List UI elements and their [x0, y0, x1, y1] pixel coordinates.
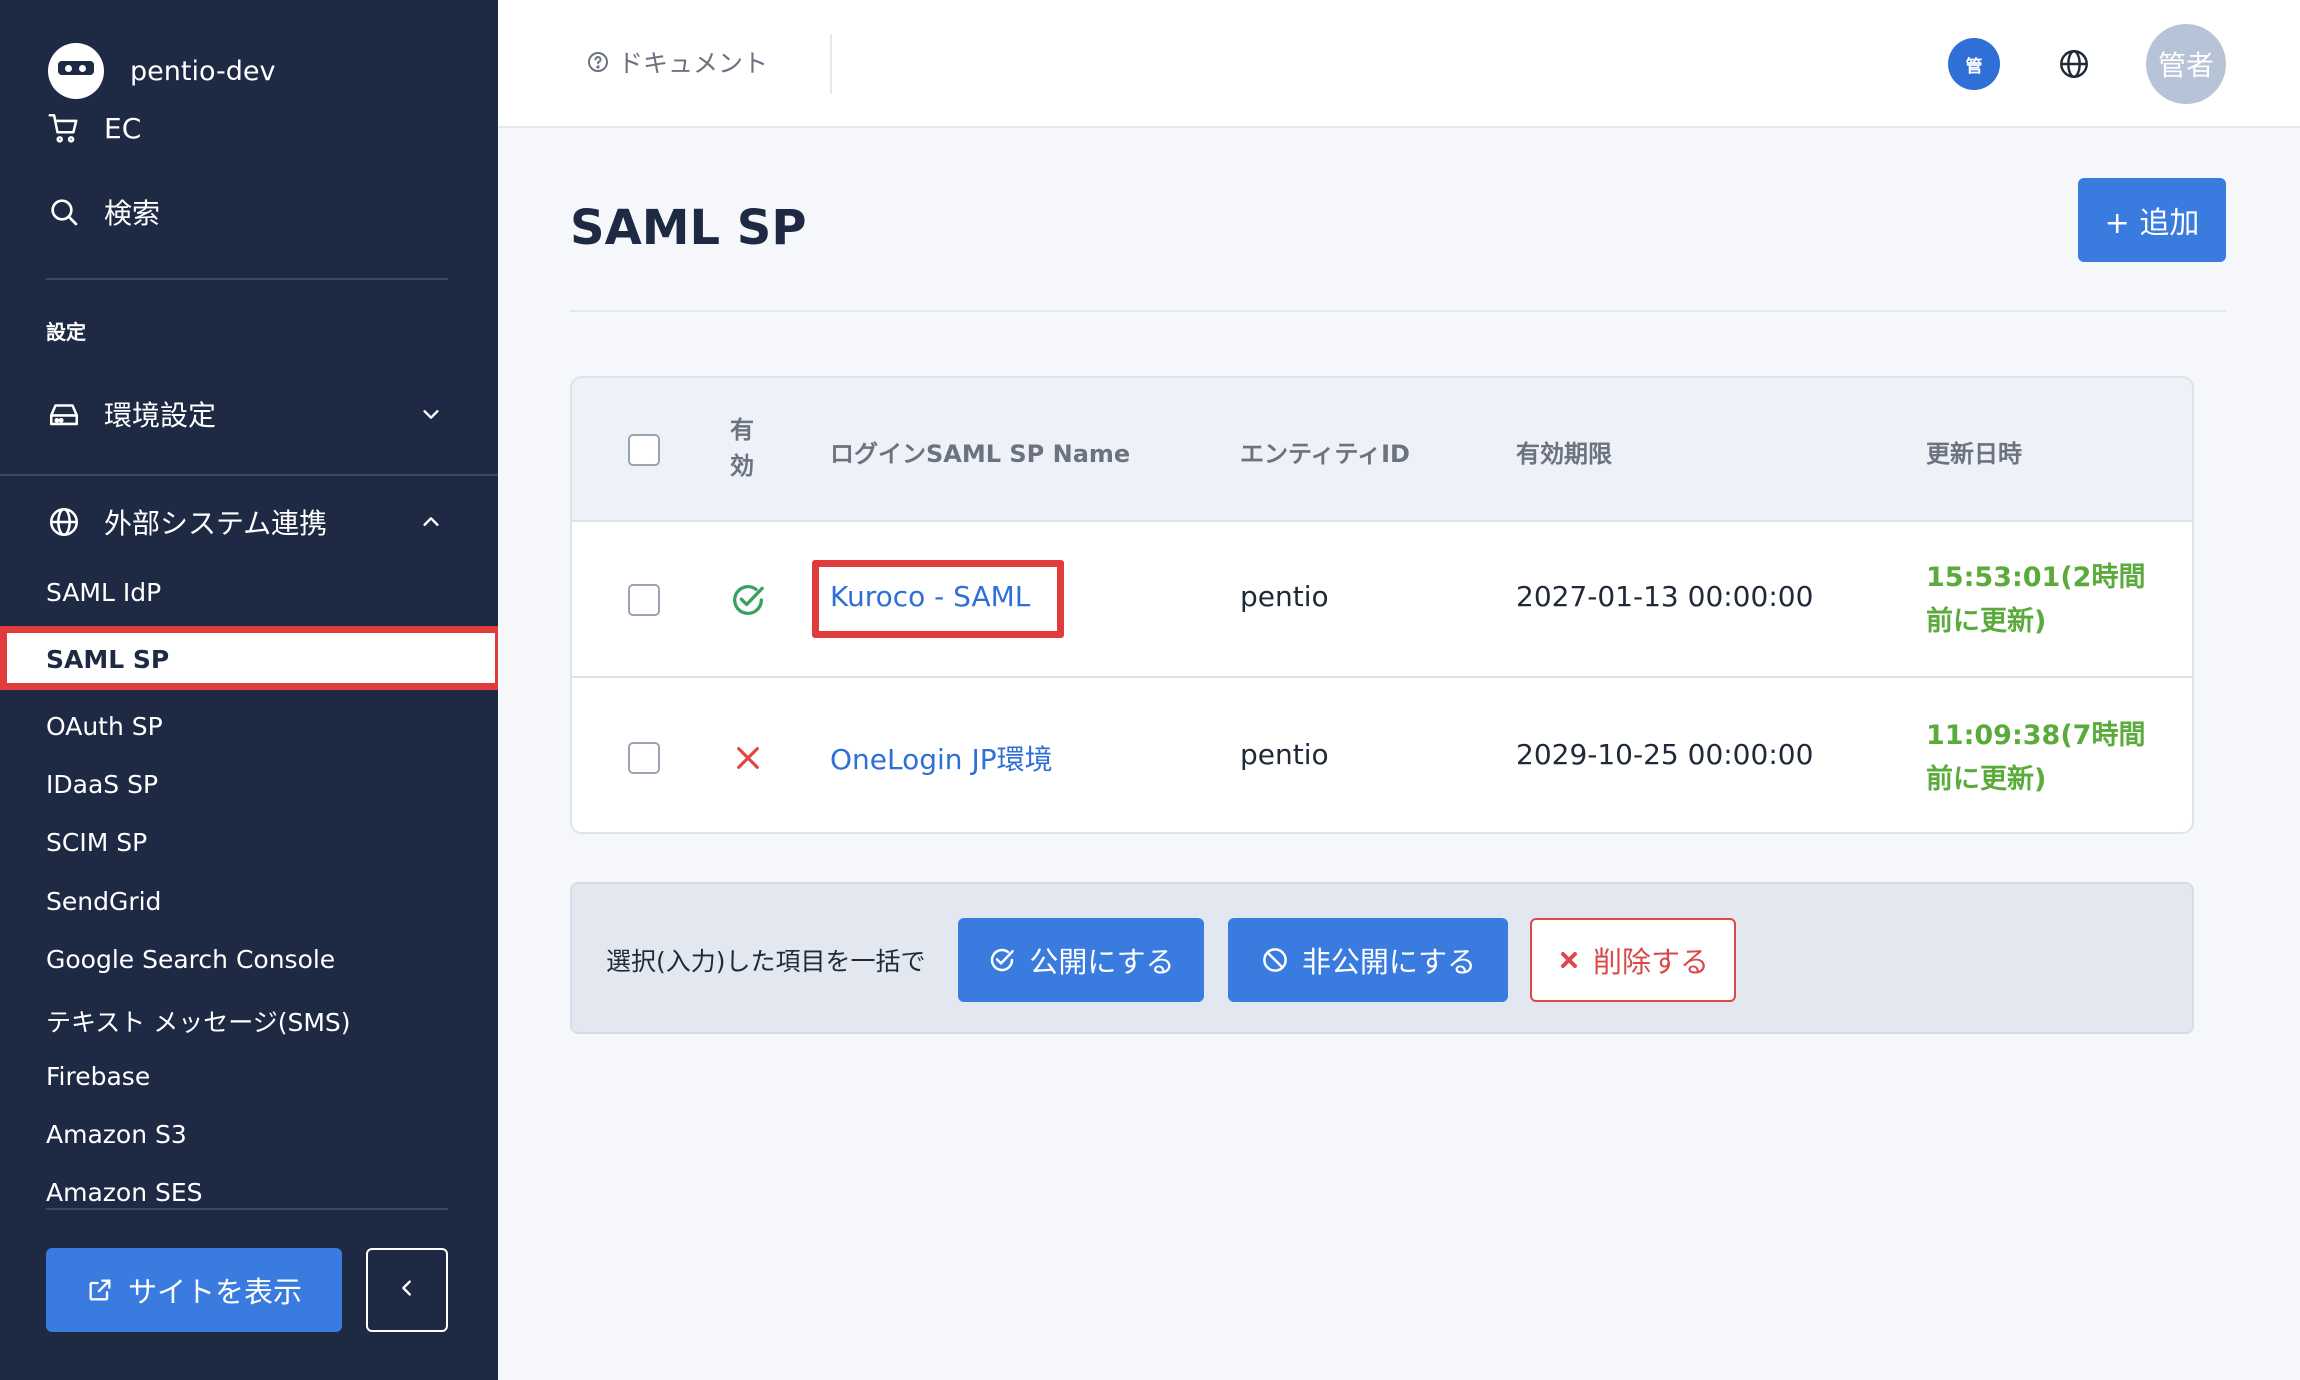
row-checkbox[interactable] — [628, 584, 660, 616]
updated-cell: 15:53:01(2時間 前に更新) — [1926, 556, 2145, 644]
bulk-action-bar: 選択(入力)した項目を一括で 公開にする 非公開にする 削除する — [570, 882, 2194, 1034]
updated-line: 前に更新) — [1926, 764, 2047, 795]
nav-item-label: EC — [104, 111, 142, 145]
saml-sp-table: 有 効 ログインSAML SP Name エンティティID 有効期限 更新日時 … — [570, 376, 2194, 834]
group-separator — [0, 474, 498, 476]
sidebar-item-amazon-ses[interactable]: Amazon SES — [46, 1178, 203, 1207]
admin-badge[interactable]: 管 — [1948, 38, 2000, 90]
row-checkbox[interactable] — [628, 742, 660, 774]
sidebar-item-saml-idp[interactable]: SAML IdP — [46, 578, 161, 607]
sidebar-item-label: SAML SP — [46, 645, 170, 674]
globe-icon — [46, 504, 82, 540]
delete-label: 削除する — [1592, 945, 1709, 979]
disabled-cross-icon — [732, 742, 764, 778]
column-header-expires[interactable]: 有効期限 — [1516, 434, 1612, 469]
updated-line: 11:09:38(7時間 — [1926, 720, 2146, 751]
nav-item-label: 外部システム連携 — [104, 507, 328, 540]
ban-icon — [1260, 945, 1290, 975]
sidebar-item-oauth-sp[interactable]: OAuth SP — [46, 712, 163, 741]
column-header-enabled-line: 有 — [730, 416, 754, 444]
title-divider — [570, 310, 2226, 312]
avatar[interactable]: 管者 — [2146, 24, 2226, 104]
section-label: 設定 — [46, 320, 86, 344]
documentation-link[interactable]: ドキュメント — [586, 44, 768, 80]
column-header-name[interactable]: ログインSAML SP Name — [830, 434, 1130, 469]
updated-line: 前に更新) — [1926, 606, 2047, 637]
delete-button[interactable]: 削除する — [1530, 918, 1736, 1002]
search-icon — [46, 194, 82, 230]
x-mark-icon — [1557, 948, 1581, 972]
updated-line: 15:53:01(2時間 — [1926, 562, 2146, 593]
sp-name-link[interactable]: OneLogin JP環境 — [830, 738, 1053, 778]
language-globe-icon[interactable] — [2052, 42, 2096, 86]
chevron-up-icon — [416, 507, 446, 537]
column-header-updated[interactable]: 更新日時 — [1926, 434, 2022, 469]
storage-icon — [46, 396, 82, 432]
nav-item-external-systems[interactable]: 外部システム連携 — [46, 502, 439, 542]
chevron-down-icon — [416, 399, 446, 429]
top-header: ドキュメント 管 管者 — [498, 0, 2300, 128]
enabled-check-icon — [728, 580, 768, 624]
sidebar: pentio-dev EC 検索 設定 環境設定 外部システム連携 SAML I… — [0, 0, 498, 1380]
updated-cell: 11:09:38(7時間 前に更新) — [1926, 714, 2145, 802]
sidebar-item-sendgrid[interactable]: SendGrid — [46, 887, 161, 916]
sidebar-item-firebase[interactable]: Firebase — [46, 1062, 150, 1091]
nav-item-ec[interactable]: EC — [46, 110, 141, 146]
help-circle-icon — [586, 50, 610, 74]
sidebar-item-amazon-s3[interactable]: Amazon S3 — [46, 1120, 187, 1149]
table-row: OneLogin JP環境 pentio 2029-10-25 00:00:00… — [572, 680, 2192, 832]
ninja-logo-icon — [48, 43, 104, 99]
nav-item-label: 検索 — [104, 197, 161, 230]
nav-item-label: 環境設定 — [104, 399, 217, 432]
brand-name: pentio-dev — [130, 55, 276, 87]
external-link-icon — [86, 1276, 114, 1304]
sidebar-item-sms[interactable]: テキスト メッセージ(SMS) — [46, 1003, 351, 1039]
sp-name-link[interactable]: Kuroco - SAML — [830, 580, 1030, 613]
check-circle-icon — [987, 945, 1017, 975]
select-all-checkbox[interactable] — [628, 434, 660, 466]
nav-item-env-settings[interactable]: 環境設定 — [46, 394, 439, 434]
sidebar-item-scim-sp[interactable]: SCIM SP — [46, 828, 147, 857]
table-header: 有 効 ログインSAML SP Name エンティティID 有効期限 更新日時 — [572, 378, 2192, 522]
column-header-entity-id[interactable]: エンティティID — [1240, 434, 1410, 469]
add-button[interactable]: + 追加 — [2078, 178, 2226, 262]
column-header-enabled: 有 効 — [730, 412, 754, 484]
documentation-label: ドキュメント — [618, 49, 769, 78]
expires-cell: 2029-10-25 00:00:00 — [1516, 738, 1814, 771]
expires-cell: 2027-01-13 00:00:00 — [1516, 580, 1814, 613]
column-header-enabled-line: 効 — [730, 452, 754, 480]
unpublish-label: 非公開にする — [1301, 945, 1477, 979]
chevron-left-icon — [396, 1277, 418, 1303]
entity-id-cell: pentio — [1240, 738, 1329, 771]
nav-item-search[interactable]: 検索 — [46, 192, 160, 232]
publish-label: 公開にする — [1029, 945, 1175, 979]
header-divider — [830, 34, 832, 94]
sidebar-item-idaas-sp[interactable]: IDaaS SP — [46, 770, 158, 799]
sidebar-item-saml-sp[interactable]: SAML SP — [0, 626, 498, 690]
sidebar-item-google-search-console[interactable]: Google Search Console — [46, 945, 335, 974]
publish-button[interactable]: 公開にする — [958, 918, 1204, 1002]
view-site-button[interactable]: サイトを表示 — [46, 1248, 342, 1332]
table-row: Kuroco - SAML pentio 2027-01-13 00:00:00… — [572, 522, 2192, 678]
view-site-label: サイトを表示 — [127, 1275, 302, 1309]
brand[interactable]: pentio-dev — [48, 36, 275, 106]
page-title: SAML SP — [570, 200, 807, 256]
entity-id-cell: pentio — [1240, 580, 1329, 613]
bulk-action-label: 選択(入力)した項目を一括で — [606, 947, 926, 976]
divider — [46, 1208, 448, 1210]
unpublish-button[interactable]: 非公開にする — [1228, 918, 1508, 1002]
collapse-sidebar-button[interactable] — [366, 1248, 448, 1332]
cart-icon — [46, 110, 82, 146]
divider — [46, 278, 448, 280]
